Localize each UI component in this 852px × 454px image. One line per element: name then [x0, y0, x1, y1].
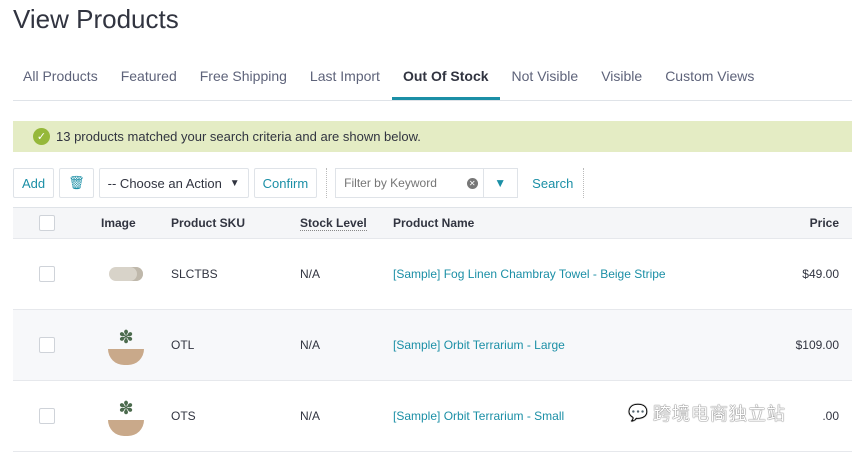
- sku: SLCTBS: [171, 267, 218, 281]
- column-sku[interactable]: Product SKU: [171, 216, 300, 230]
- row-checkbox[interactable]: [39, 408, 55, 424]
- keyword-input[interactable]: [336, 169, 462, 197]
- price: $49.00: [802, 267, 839, 281]
- tab-last-import[interactable]: Last Import: [299, 60, 391, 100]
- tab-not-visible[interactable]: Not Visible: [501, 60, 590, 100]
- tab-out-of-stock[interactable]: Out Of Stock: [391, 60, 500, 100]
- row-checkbox[interactable]: [39, 266, 55, 282]
- stock-level: N/A: [300, 338, 321, 352]
- product-name-link[interactable]: [Sample] Orbit Terrarium - Large: [393, 338, 565, 352]
- confirm-button[interactable]: Confirm: [253, 168, 318, 198]
- delete-button[interactable]: 🗑: [59, 168, 94, 198]
- caret-down-icon: ▼: [229, 177, 240, 189]
- sku: OTS: [171, 409, 196, 423]
- filter-button[interactable]: ▼: [483, 169, 516, 197]
- toolbar: Add 🗑 -- Choose an Action ▼ Confirm ✕ ▼ S…: [13, 168, 585, 198]
- tab-free-shipping[interactable]: Free Shipping: [189, 60, 298, 100]
- table-row: SLCTBS N/A [Sample] Fog Linen Chambray T…: [13, 239, 852, 310]
- action-select[interactable]: -- Choose an Action ▼: [98, 168, 249, 198]
- clear-icon: ✕: [466, 177, 478, 189]
- tab-custom-views[interactable]: Custom Views: [654, 60, 765, 100]
- stock-level: N/A: [300, 267, 321, 281]
- column-image: Image: [101, 216, 136, 230]
- tab-featured[interactable]: Featured: [110, 60, 188, 100]
- add-button[interactable]: Add: [13, 168, 55, 198]
- price: $109.00: [795, 338, 839, 352]
- column-stock-level[interactable]: Stock Level: [300, 216, 367, 231]
- sku: OTL: [171, 338, 195, 352]
- alert-message: 13 products matched your search criteria…: [56, 129, 421, 144]
- trash-icon: 🗑: [68, 175, 85, 190]
- column-product-name[interactable]: Product Name: [393, 216, 732, 230]
- keyword-filter: ✕ ▼: [335, 168, 519, 198]
- action-select-value: -- Choose an Action: [107, 175, 222, 191]
- wechat-icon: 💬: [628, 405, 649, 422]
- page-title: View Products: [13, 4, 179, 34]
- check-circle-icon: ✓: [33, 128, 50, 145]
- product-name-link[interactable]: [Sample] Orbit Terrarium - Small: [393, 409, 564, 423]
- product-thumbnail[interactable]: [101, 249, 151, 299]
- product-thumbnail[interactable]: ✽: [101, 320, 151, 370]
- search-button[interactable]: Search: [522, 168, 585, 198]
- watermark: 💬 跨境电商独立站: [628, 400, 786, 426]
- tab-visible[interactable]: Visible: [590, 60, 653, 100]
- product-name-link[interactable]: [Sample] Fog Linen Chambray Towel - Beig…: [393, 267, 666, 281]
- row-checkbox[interactable]: [39, 337, 55, 353]
- clear-button[interactable]: ✕: [461, 169, 483, 197]
- select-all-checkbox[interactable]: [39, 215, 55, 231]
- watermark-text: 跨境电商独立站: [652, 404, 786, 424]
- product-thumbnail[interactable]: ✽: [101, 391, 151, 441]
- stock-level: N/A: [300, 409, 321, 423]
- tab-all-products[interactable]: All Products: [13, 60, 109, 100]
- table-header: Image Product SKU Stock Level Product Na…: [13, 208, 852, 239]
- tab-bar: All Products Featured Free Shipping Last…: [13, 60, 852, 101]
- table-row: ✽ OTL N/A [Sample] Orbit Terrarium - Lar…: [13, 310, 852, 381]
- success-alert: ✓ 13 products matched your search criter…: [13, 121, 852, 152]
- divider: [326, 168, 328, 198]
- column-price[interactable]: Price: [732, 216, 852, 230]
- funnel-icon: ▼: [494, 176, 507, 190]
